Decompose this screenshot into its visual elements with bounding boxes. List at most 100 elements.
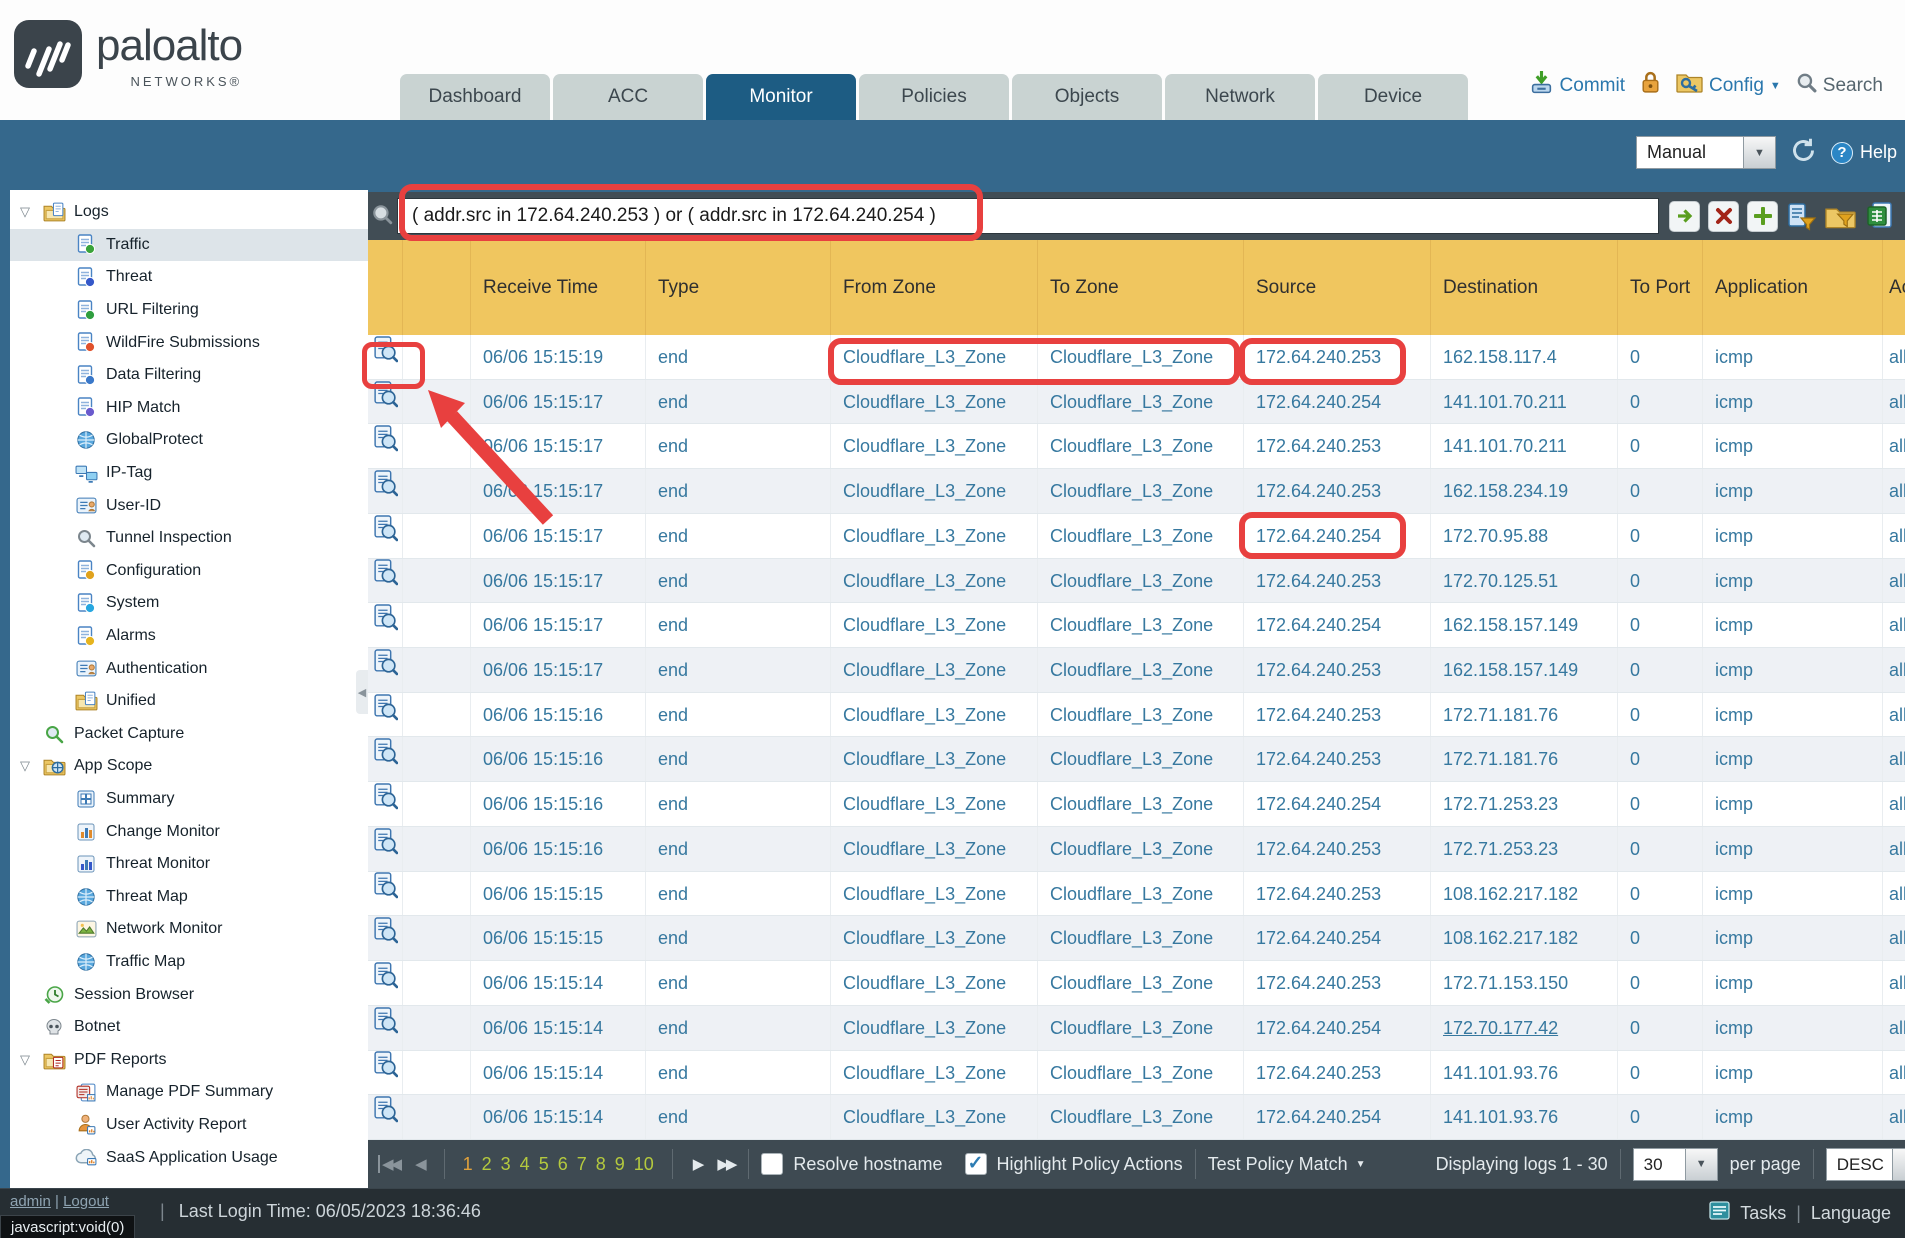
sidebar-item-user-activity-report[interactable]: User Activity Report <box>10 1109 368 1142</box>
add-filter-button[interactable] <box>1747 201 1778 232</box>
cell-action[interactable]: allow <box>1882 737 1905 781</box>
cell-action[interactable]: allow <box>1882 872 1905 916</box>
sidebar-item-manage-pdf-summary[interactable]: Manage PDF Summary <box>10 1076 368 1109</box>
table-row[interactable]: 06/06 15:15:17 end Cloudflare_L3_Zone Cl… <box>368 380 1905 425</box>
cell-from-zone[interactable]: Cloudflare_L3_Zone <box>830 603 1037 647</box>
log-detail-icon[interactable] <box>373 648 398 692</box>
cell-source[interactable]: 172.64.240.253 <box>1243 1051 1430 1095</box>
refresh-interval-select[interactable]: Manual ▼ <box>1636 136 1776 169</box>
log-detail-icon[interactable] <box>373 737 398 781</box>
tab-network[interactable]: Network <box>1165 74 1315 120</box>
expander-icon[interactable]: ▽ <box>10 1052 40 1068</box>
cell-action[interactable]: allow <box>1882 603 1905 647</box>
cell-to-zone[interactable]: Cloudflare_L3_Zone <box>1037 648 1243 692</box>
column-header-to-port[interactable]: To Port <box>1617 240 1702 335</box>
table-row[interactable]: 06/06 15:15:16 end Cloudflare_L3_Zone Cl… <box>368 782 1905 827</box>
log-detail-icon[interactable] <box>373 559 398 603</box>
log-detail-icon[interactable] <box>373 469 398 513</box>
expander-icon[interactable]: ▽ <box>10 758 40 774</box>
cell-action[interactable]: allow <box>1882 559 1905 603</box>
export-csv-icon[interactable] <box>1864 201 1895 232</box>
cell-destination[interactable]: 141.101.70.211 <box>1430 424 1617 468</box>
cell-source[interactable]: 172.64.240.254 <box>1243 782 1430 826</box>
cell-action[interactable]: allow <box>1882 380 1905 424</box>
column-header-destination[interactable]: Destination <box>1430 240 1617 335</box>
cell-application[interactable]: icmp <box>1702 559 1882 603</box>
cell-to-zone[interactable]: Cloudflare_L3_Zone <box>1037 335 1243 379</box>
cell-source[interactable]: 172.64.240.254 <box>1243 380 1430 424</box>
sidebar-item-threat-map[interactable]: Threat Map <box>10 880 368 913</box>
cell-to-zone[interactable]: Cloudflare_L3_Zone <box>1037 737 1243 781</box>
test-policy-match-button[interactable]: Test Policy Match▼ <box>1208 1154 1366 1175</box>
sidebar-item-ip-tag[interactable]: IP-Tag <box>10 457 368 490</box>
column-header-to-zone[interactable]: To Zone <box>1037 240 1243 335</box>
sort-order-select[interactable]: DESC ▼ <box>1826 1148 1905 1181</box>
sidebar-item-threat-monitor[interactable]: Threat Monitor <box>10 848 368 881</box>
cell-destination[interactable]: 162.158.234.19 <box>1430 469 1617 513</box>
cell-source[interactable]: 172.64.240.254 <box>1243 514 1430 558</box>
cell-to-zone[interactable]: Cloudflare_L3_Zone <box>1037 514 1243 558</box>
cell-to-zone[interactable]: Cloudflare_L3_Zone <box>1037 1051 1243 1095</box>
cell-source[interactable]: 172.64.240.253 <box>1243 827 1430 871</box>
cell-action[interactable]: allow <box>1882 782 1905 826</box>
sidebar-item-alarms[interactable]: Alarms <box>10 620 368 653</box>
commit-button[interactable]: Commit <box>1529 70 1625 101</box>
cell-from-zone[interactable]: Cloudflare_L3_Zone <box>830 961 1037 1005</box>
cell-application[interactable]: icmp <box>1702 514 1882 558</box>
cell-source[interactable]: 172.64.240.254 <box>1243 1095 1430 1139</box>
page-number-4[interactable]: 4 <box>520 1154 530 1175</box>
config-menu-button[interactable]: Config ▼ <box>1676 71 1781 100</box>
sidebar-item-threat[interactable]: Threat <box>10 261 368 294</box>
cell-destination[interactable]: 172.70.125.51 <box>1430 559 1617 603</box>
cell-application[interactable]: icmp <box>1702 916 1882 960</box>
cell-from-zone[interactable]: Cloudflare_L3_Zone <box>830 559 1037 603</box>
sidebar-item-logs[interactable]: ▽Logs <box>10 196 368 229</box>
cell-to-zone[interactable]: Cloudflare_L3_Zone <box>1037 693 1243 737</box>
cell-application[interactable]: icmp <box>1702 1051 1882 1095</box>
tab-policies[interactable]: Policies <box>859 74 1009 120</box>
sidebar-item-summary[interactable]: Summary <box>10 783 368 816</box>
page-number-6[interactable]: 6 <box>558 1154 568 1175</box>
table-row[interactable]: 06/06 15:15:19 end Cloudflare_L3_Zone Cl… <box>368 335 1905 380</box>
cell-from-zone[interactable]: Cloudflare_L3_Zone <box>830 737 1037 781</box>
sidebar-collapse-handle[interactable]: ◀ <box>356 670 368 714</box>
cell-to-zone[interactable]: Cloudflare_L3_Zone <box>1037 916 1243 960</box>
sidebar-item-system[interactable]: System <box>10 587 368 620</box>
first-page-icon[interactable]: ◀◀ <box>378 1155 399 1173</box>
table-row[interactable]: 06/06 15:15:17 end Cloudflare_L3_Zone Cl… <box>368 514 1905 559</box>
log-detail-icon[interactable] <box>373 335 398 379</box>
cell-destination[interactable]: 141.101.93.76 <box>1430 1095 1617 1139</box>
cell-application[interactable]: icmp <box>1702 1006 1882 1050</box>
log-detail-icon[interactable] <box>373 424 398 468</box>
cell-action[interactable]: allow <box>1882 693 1905 737</box>
cell-action[interactable]: allow <box>1882 424 1905 468</box>
lock-icon[interactable] <box>1640 70 1661 101</box>
cell-application[interactable]: icmp <box>1702 648 1882 692</box>
log-detail-icon[interactable] <box>373 916 398 960</box>
log-detail-icon[interactable] <box>373 1006 398 1050</box>
cell-application[interactable]: icmp <box>1702 872 1882 916</box>
sidebar-item-authentication[interactable]: Authentication <box>10 652 368 685</box>
cell-destination[interactable]: 162.158.157.149 <box>1430 648 1617 692</box>
column-header-source[interactable]: Source <box>1243 240 1430 335</box>
cell-destination[interactable]: 141.101.93.76 <box>1430 1051 1617 1095</box>
cell-application[interactable]: icmp <box>1702 961 1882 1005</box>
cell-destination[interactable]: 141.101.70.211 <box>1430 380 1617 424</box>
table-row[interactable]: 06/06 15:15:17 end Cloudflare_L3_Zone Cl… <box>368 603 1905 648</box>
sidebar-item-app-scope[interactable]: ▽App Scope <box>10 750 368 783</box>
cell-action[interactable]: allow <box>1882 1051 1905 1095</box>
cell-destination[interactable]: 162.158.157.149 <box>1430 603 1617 647</box>
cell-destination[interactable]: 172.71.253.23 <box>1430 827 1617 871</box>
cell-source[interactable]: 172.64.240.253 <box>1243 559 1430 603</box>
cell-application[interactable]: icmp <box>1702 782 1882 826</box>
cell-application[interactable]: icmp <box>1702 737 1882 781</box>
cell-source[interactable]: 172.64.240.253 <box>1243 737 1430 781</box>
help-button[interactable]: ? Help <box>1831 142 1897 164</box>
log-detail-icon[interactable] <box>373 603 398 647</box>
table-row[interactable]: 06/06 15:15:17 end Cloudflare_L3_Zone Cl… <box>368 424 1905 469</box>
page-number-5[interactable]: 5 <box>539 1154 549 1175</box>
cell-to-zone[interactable]: Cloudflare_L3_Zone <box>1037 469 1243 513</box>
page-number-1[interactable]: 1 <box>463 1154 473 1175</box>
log-detail-icon[interactable] <box>373 872 398 916</box>
cell-application[interactable]: icmp <box>1702 1095 1882 1139</box>
